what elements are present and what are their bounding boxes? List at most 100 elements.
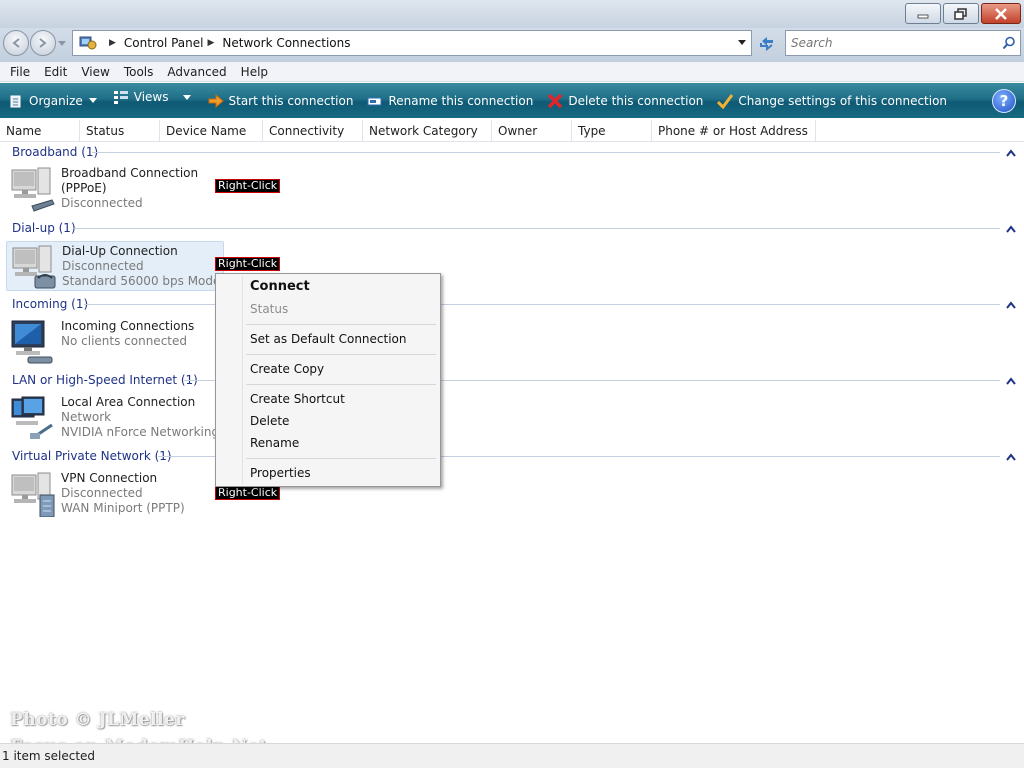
column-device-name[interactable]: Device Name [160,120,263,142]
breadcrumb-chevron-icon: ▶ [109,38,116,48]
column-type[interactable]: Type [572,120,652,142]
menu-help[interactable]: Help [241,65,268,79]
column-connectivity[interactable]: Connectivity [263,120,363,142]
search-box[interactable] [785,30,1021,56]
menu-item-connect[interactable]: Connect [250,279,310,294]
delete-connection-label: Delete this connection [568,93,704,108]
group-divider [74,228,1000,229]
list-item-local-area-connection[interactable]: Local Area Connection Network NVIDIA nFo… [6,393,234,443]
views-icon [113,90,129,104]
refresh-button[interactable] [754,31,780,55]
rename-connection-label: Rename this connection [388,93,534,108]
rename-connection-button[interactable]: Rename this connection [367,86,533,116]
column-status[interactable]: Status [80,120,160,142]
back-arrow-icon [12,38,20,48]
group-header-broadband[interactable]: Broadband (1) [12,145,98,159]
menu-advanced[interactable]: Advanced [167,65,226,79]
address-dropdown-icon[interactable] [737,39,747,47]
menu-item-rename[interactable]: Rename [250,436,299,450]
title-bar [0,0,1024,28]
watermark-photo-credit: Photo © JLMeller [10,710,185,730]
collapse-chevron-icon[interactable] [1006,453,1016,461]
item-device: Standard 56000 bps Modem [62,274,233,288]
menu-separator [246,458,436,459]
search-input[interactable] [791,36,991,50]
group-header-lan[interactable]: LAN or High-Speed Internet (1) [12,373,198,387]
vpn-connection-icon [11,472,55,517]
chevron-down-icon [88,97,97,104]
menu-bar: File Edit View Tools Advanced Help [0,62,1024,82]
start-connection-button[interactable]: Start this connection [208,86,354,116]
menu-item-create-copy[interactable]: Create Copy [250,362,324,376]
column-phone-host-address[interactable]: Phone # or Host Address [652,120,816,142]
menu-file[interactable]: File [10,65,30,79]
menu-edit[interactable]: Edit [44,65,67,79]
forward-arrow-icon [39,38,47,48]
group-header-vpn[interactable]: Virtual Private Network (1) [12,449,172,463]
collapse-chevron-icon[interactable] [1006,301,1016,309]
breadcrumb-chevron-icon[interactable]: ▶ [208,38,215,48]
views-button[interactable]: Views [113,86,196,116]
collapse-chevron-icon[interactable] [1006,377,1016,385]
rename-icon [367,94,383,108]
delete-connection-button[interactable]: Delete this connection [547,86,703,116]
navigation-bar: ▶ Control Panel ▶ Network Connections [0,28,1024,62]
menu-separator [246,324,436,325]
menu-item-status[interactable]: Status [250,302,288,316]
close-icon [995,7,1007,20]
broadband-connection-icon [11,167,55,212]
group-divider [92,152,1000,153]
item-device: WAN Miniport (PPTP) [61,501,185,515]
start-connection-label: Start this connection [228,93,354,108]
item-status: Disconnected [61,486,143,500]
menu-item-create-shortcut[interactable]: Create Shortcut [250,392,345,406]
restore-icon [954,7,967,20]
dialup-connection-icon [12,245,56,289]
chevron-down-icon [182,94,191,101]
search-icon[interactable] [1002,36,1016,50]
forward-button[interactable] [30,30,56,56]
back-button[interactable] [3,30,29,56]
group-header-dialup[interactable]: Dial-up (1) [12,221,76,235]
control-panel-icon [79,36,97,50]
column-name[interactable]: Name [0,120,80,142]
column-network-category[interactable]: Network Category [363,120,492,142]
checkmark-settings-icon [717,93,734,109]
menu-gutter [242,276,243,484]
item-name: Broadband Connection [61,166,199,180]
list-item-incoming-connections[interactable]: Incoming Connections No clients connecte… [6,317,224,367]
menu-item-set-default[interactable]: Set as Default Connection [250,332,407,346]
collapse-chevron-icon[interactable] [1006,225,1016,233]
item-status: Disconnected [62,259,144,273]
menu-item-delete[interactable]: Delete [250,414,289,428]
menu-view[interactable]: View [81,65,109,79]
menu-tools[interactable]: Tools [124,65,154,79]
collapse-chevron-icon[interactable] [1006,149,1016,157]
change-settings-button[interactable]: Change settings of this connection [717,86,947,116]
column-owner[interactable]: Owner [492,120,572,142]
list-item-broadband-connection[interactable]: Broadband Connection (PPPoE) Disconnecte… [6,164,224,214]
close-button[interactable] [981,3,1021,24]
item-type: (PPPoE) [61,181,107,195]
list-item-vpn-connection[interactable]: VPN Connection Disconnected WAN Miniport… [6,469,224,519]
list-item-dialup-connection[interactable]: Dial-Up Connection Disconnected Standard… [6,241,232,291]
item-status: Disconnected [61,196,143,210]
restore-button[interactable] [943,3,979,24]
address-bar[interactable]: ▶ Control Panel ▶ Network Connections [72,30,752,56]
help-button[interactable]: ? [992,89,1016,113]
breadcrumb-control-panel[interactable]: Control Panel [124,36,204,50]
recent-pages-dropdown-icon[interactable] [58,39,66,47]
organize-button[interactable]: Organize [10,86,97,116]
group-header-incoming[interactable]: Incoming (1) [12,297,88,311]
help-icon: ? [999,92,1009,110]
menu-item-properties[interactable]: Properties [250,466,311,480]
minimize-button[interactable] [905,3,941,24]
refresh-icon [760,37,773,51]
change-settings-label: Change settings of this connection [738,93,948,108]
start-arrow-icon [208,93,224,108]
breadcrumb-network-connections[interactable]: Network Connections [222,36,350,50]
right-click-annotation: Right-Click [215,179,281,193]
delete-x-icon [547,93,563,109]
right-click-annotation: Right-Click [215,486,281,500]
right-click-annotation: Right-Click [215,257,281,271]
